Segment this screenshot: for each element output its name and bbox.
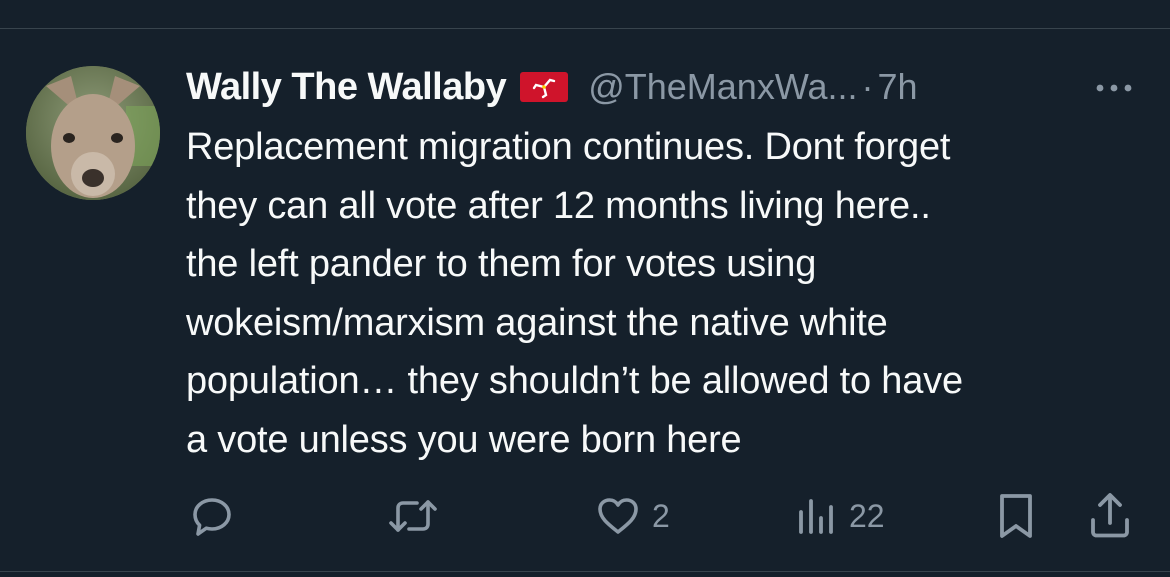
like-button[interactable]: 2 bbox=[594, 488, 670, 544]
isle-of-man-flag-icon bbox=[520, 72, 569, 102]
timestamp[interactable]: 7h bbox=[877, 66, 917, 108]
author-handle[interactable]: @TheManxWa... bbox=[588, 66, 857, 108]
reply-icon bbox=[188, 492, 236, 540]
bookmark-icon bbox=[994, 490, 1038, 542]
share-button[interactable] bbox=[1086, 488, 1134, 544]
share-icon bbox=[1086, 490, 1134, 542]
tweet-text-line: population… they shouldn’t be allowed to… bbox=[186, 360, 963, 403]
tweet-text-line: a vote unless you were born here bbox=[186, 418, 742, 461]
tweet-header: Wally The Wallaby @TheManxWa... · 7h bbox=[186, 62, 918, 112]
divider bbox=[0, 28, 1170, 29]
tweet-text: Replacement migration continues. Dont fo… bbox=[186, 118, 1146, 470]
more-options-button[interactable] bbox=[1090, 72, 1138, 102]
tweet-text-line: wokeism/marxism against the native white bbox=[186, 301, 888, 344]
retweet-button[interactable] bbox=[387, 488, 439, 544]
reply-button[interactable] bbox=[188, 488, 236, 544]
retweet-icon bbox=[387, 492, 439, 540]
tweet-text-line: Replacement migration continues. Dont fo… bbox=[186, 126, 951, 168]
tweet-text-line: they can all vote after 12 months living… bbox=[186, 184, 931, 227]
bookmark-button[interactable] bbox=[994, 488, 1038, 544]
views-icon bbox=[795, 492, 839, 540]
author-display-name[interactable]: Wally The Wallaby bbox=[186, 66, 507, 109]
like-count: 2 bbox=[652, 497, 670, 534]
views-button[interactable]: 22 bbox=[795, 488, 885, 544]
separator-dot: · bbox=[861, 66, 874, 107]
tweet-card[interactable]: Wally The Wallaby @TheManxWa... · 7h Rep… bbox=[0, 0, 1170, 577]
divider bbox=[0, 571, 1170, 572]
avatar[interactable] bbox=[26, 66, 160, 200]
views-count: 22 bbox=[849, 497, 885, 534]
more-icon bbox=[1096, 84, 1132, 92]
tweet-actions: 2 22 bbox=[0, 488, 1170, 544]
tweet-text-line: the left pander to them for votes using bbox=[186, 243, 817, 286]
heart-icon bbox=[594, 492, 642, 540]
